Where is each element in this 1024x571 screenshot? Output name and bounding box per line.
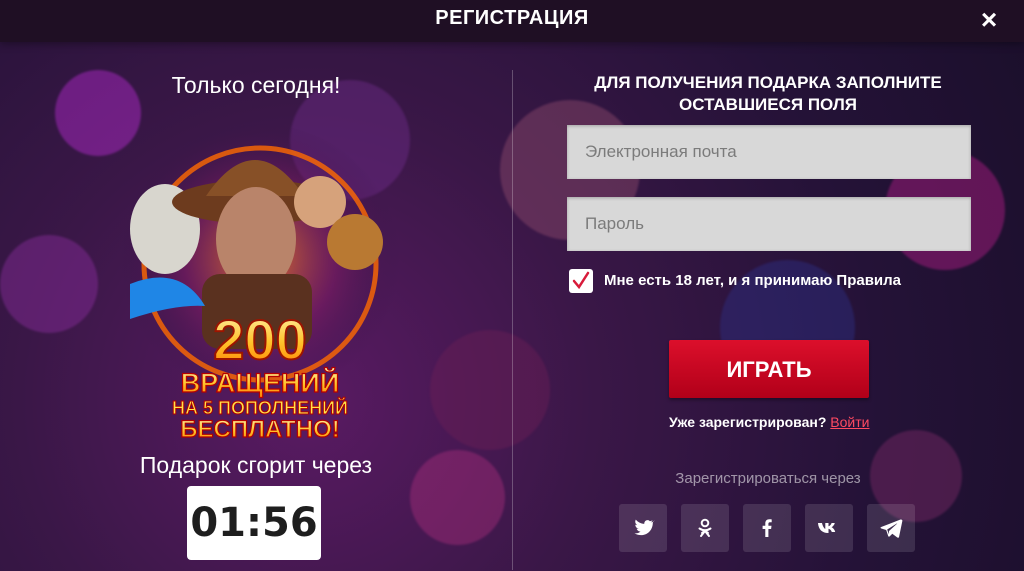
twitter-icon	[634, 519, 655, 536]
registration-form: ДЛЯ ПОЛУЧЕНИЯ ПОДАРКА ЗАПОЛНИТЕ ОСТАВШИЕ…	[512, 42, 1024, 571]
age-agreement-checkbox[interactable]	[569, 269, 593, 293]
login-prompt: Уже зарегистрирован? Войти	[669, 414, 869, 430]
promo-spins-label: ВРАЩЕНИЙ	[181, 367, 339, 398]
facebook-icon	[762, 519, 772, 537]
password-input[interactable]	[567, 197, 971, 251]
promo-deposits-label: НА 5 ПОПОЛНЕНИЙ	[172, 397, 348, 418]
vk-icon	[818, 523, 836, 533]
email-input[interactable]	[567, 125, 971, 179]
gift-expiry-text: Подарок сгорит через	[139, 452, 373, 478]
play-button[interactable]: ИГРАТЬ	[669, 340, 869, 398]
promo-image: 200 ВРАЩЕНИЙ НА 5 ПОПОЛНЕНИЙ БЕСПЛАТНО!	[110, 114, 410, 444]
checkmark-icon	[572, 271, 590, 290]
close-icon: ×	[980, 4, 998, 35]
already-registered-text: Уже зарегистрирован?	[669, 414, 827, 430]
telegram-button[interactable]	[867, 504, 915, 552]
dialog-title: РЕГИСТРАЦИЯ	[435, 7, 589, 29]
age-agreement-label: Мне есть 18 лет, и я принимаю Правила	[604, 272, 902, 289]
countdown-timer: 01:56	[187, 486, 321, 560]
close-button[interactable]: ×	[974, 5, 1004, 35]
form-heading-line-1: ДЛЯ ПОЛУЧЕНИЯ ПОДАРКА ЗАПОЛНИТЕ	[594, 73, 942, 92]
form-heading-line-2: ОСТАВШИЕСЯ ПОЛЯ	[679, 95, 857, 114]
login-link[interactable]: Войти	[830, 414, 869, 430]
social-register-title: Зарегистрироваться через	[675, 470, 861, 487]
vk-button[interactable]	[805, 504, 853, 552]
twitter-button[interactable]	[619, 504, 667, 552]
social-login-buttons	[619, 504, 915, 552]
odnoklassniki-icon	[698, 518, 712, 537]
promo-spins-number: 200	[213, 308, 306, 371]
bonus-panel: Только сегодня! 200 ВРАЩЕНИЙ НА 5 ПОПОЛН…	[0, 42, 512, 571]
form-heading: ДЛЯ ПОЛУЧЕНИЯ ПОДАРКА ЗАПОЛНИТЕ ОСТАВШИЕ…	[512, 72, 1024, 116]
offer-text: Только сегодня!	[171, 72, 341, 98]
registration-header: РЕГИСТРАЦИЯ ×	[0, 0, 1024, 42]
telegram-icon	[880, 519, 903, 538]
promo-free-label: БЕСПЛАТНО!	[180, 416, 339, 439]
facebook-button[interactable]	[743, 504, 791, 552]
odnoklassniki-button[interactable]	[681, 504, 729, 552]
